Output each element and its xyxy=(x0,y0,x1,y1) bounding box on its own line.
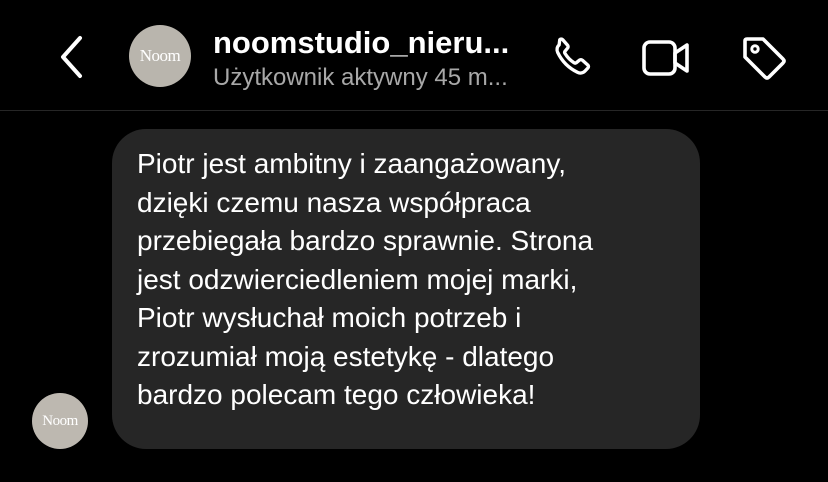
tag-icon xyxy=(743,37,786,80)
profile-avatar[interactable]: Noom xyxy=(129,25,191,87)
phone-icon xyxy=(555,37,591,75)
message-text: Piotr jest ambitny i zaangażowany, dzięk… xyxy=(137,148,594,410)
chat-header: Noom noomstudio_nieru... Użytkownik akty… xyxy=(0,0,828,110)
sender-avatar[interactable]: Noom xyxy=(32,393,88,449)
avatar-logo-text: Noom xyxy=(139,46,181,65)
sender-avatar-logo-text: Noom xyxy=(42,412,78,429)
back-button[interactable] xyxy=(52,32,92,82)
video-call-button[interactable] xyxy=(636,30,696,86)
direct-message-screen: Noom noomstudio_nieru... Użytkownik akty… xyxy=(0,0,828,482)
header-divider xyxy=(0,110,828,111)
video-camera-icon xyxy=(642,40,689,76)
audio-call-button[interactable] xyxy=(543,30,599,86)
chevron-left-icon xyxy=(61,36,82,78)
label-tag-button[interactable] xyxy=(736,30,792,86)
activity-status: Użytkownik aktywny 45 m... xyxy=(213,64,508,91)
chat-username[interactable]: noomstudio_nieru... xyxy=(213,24,533,62)
